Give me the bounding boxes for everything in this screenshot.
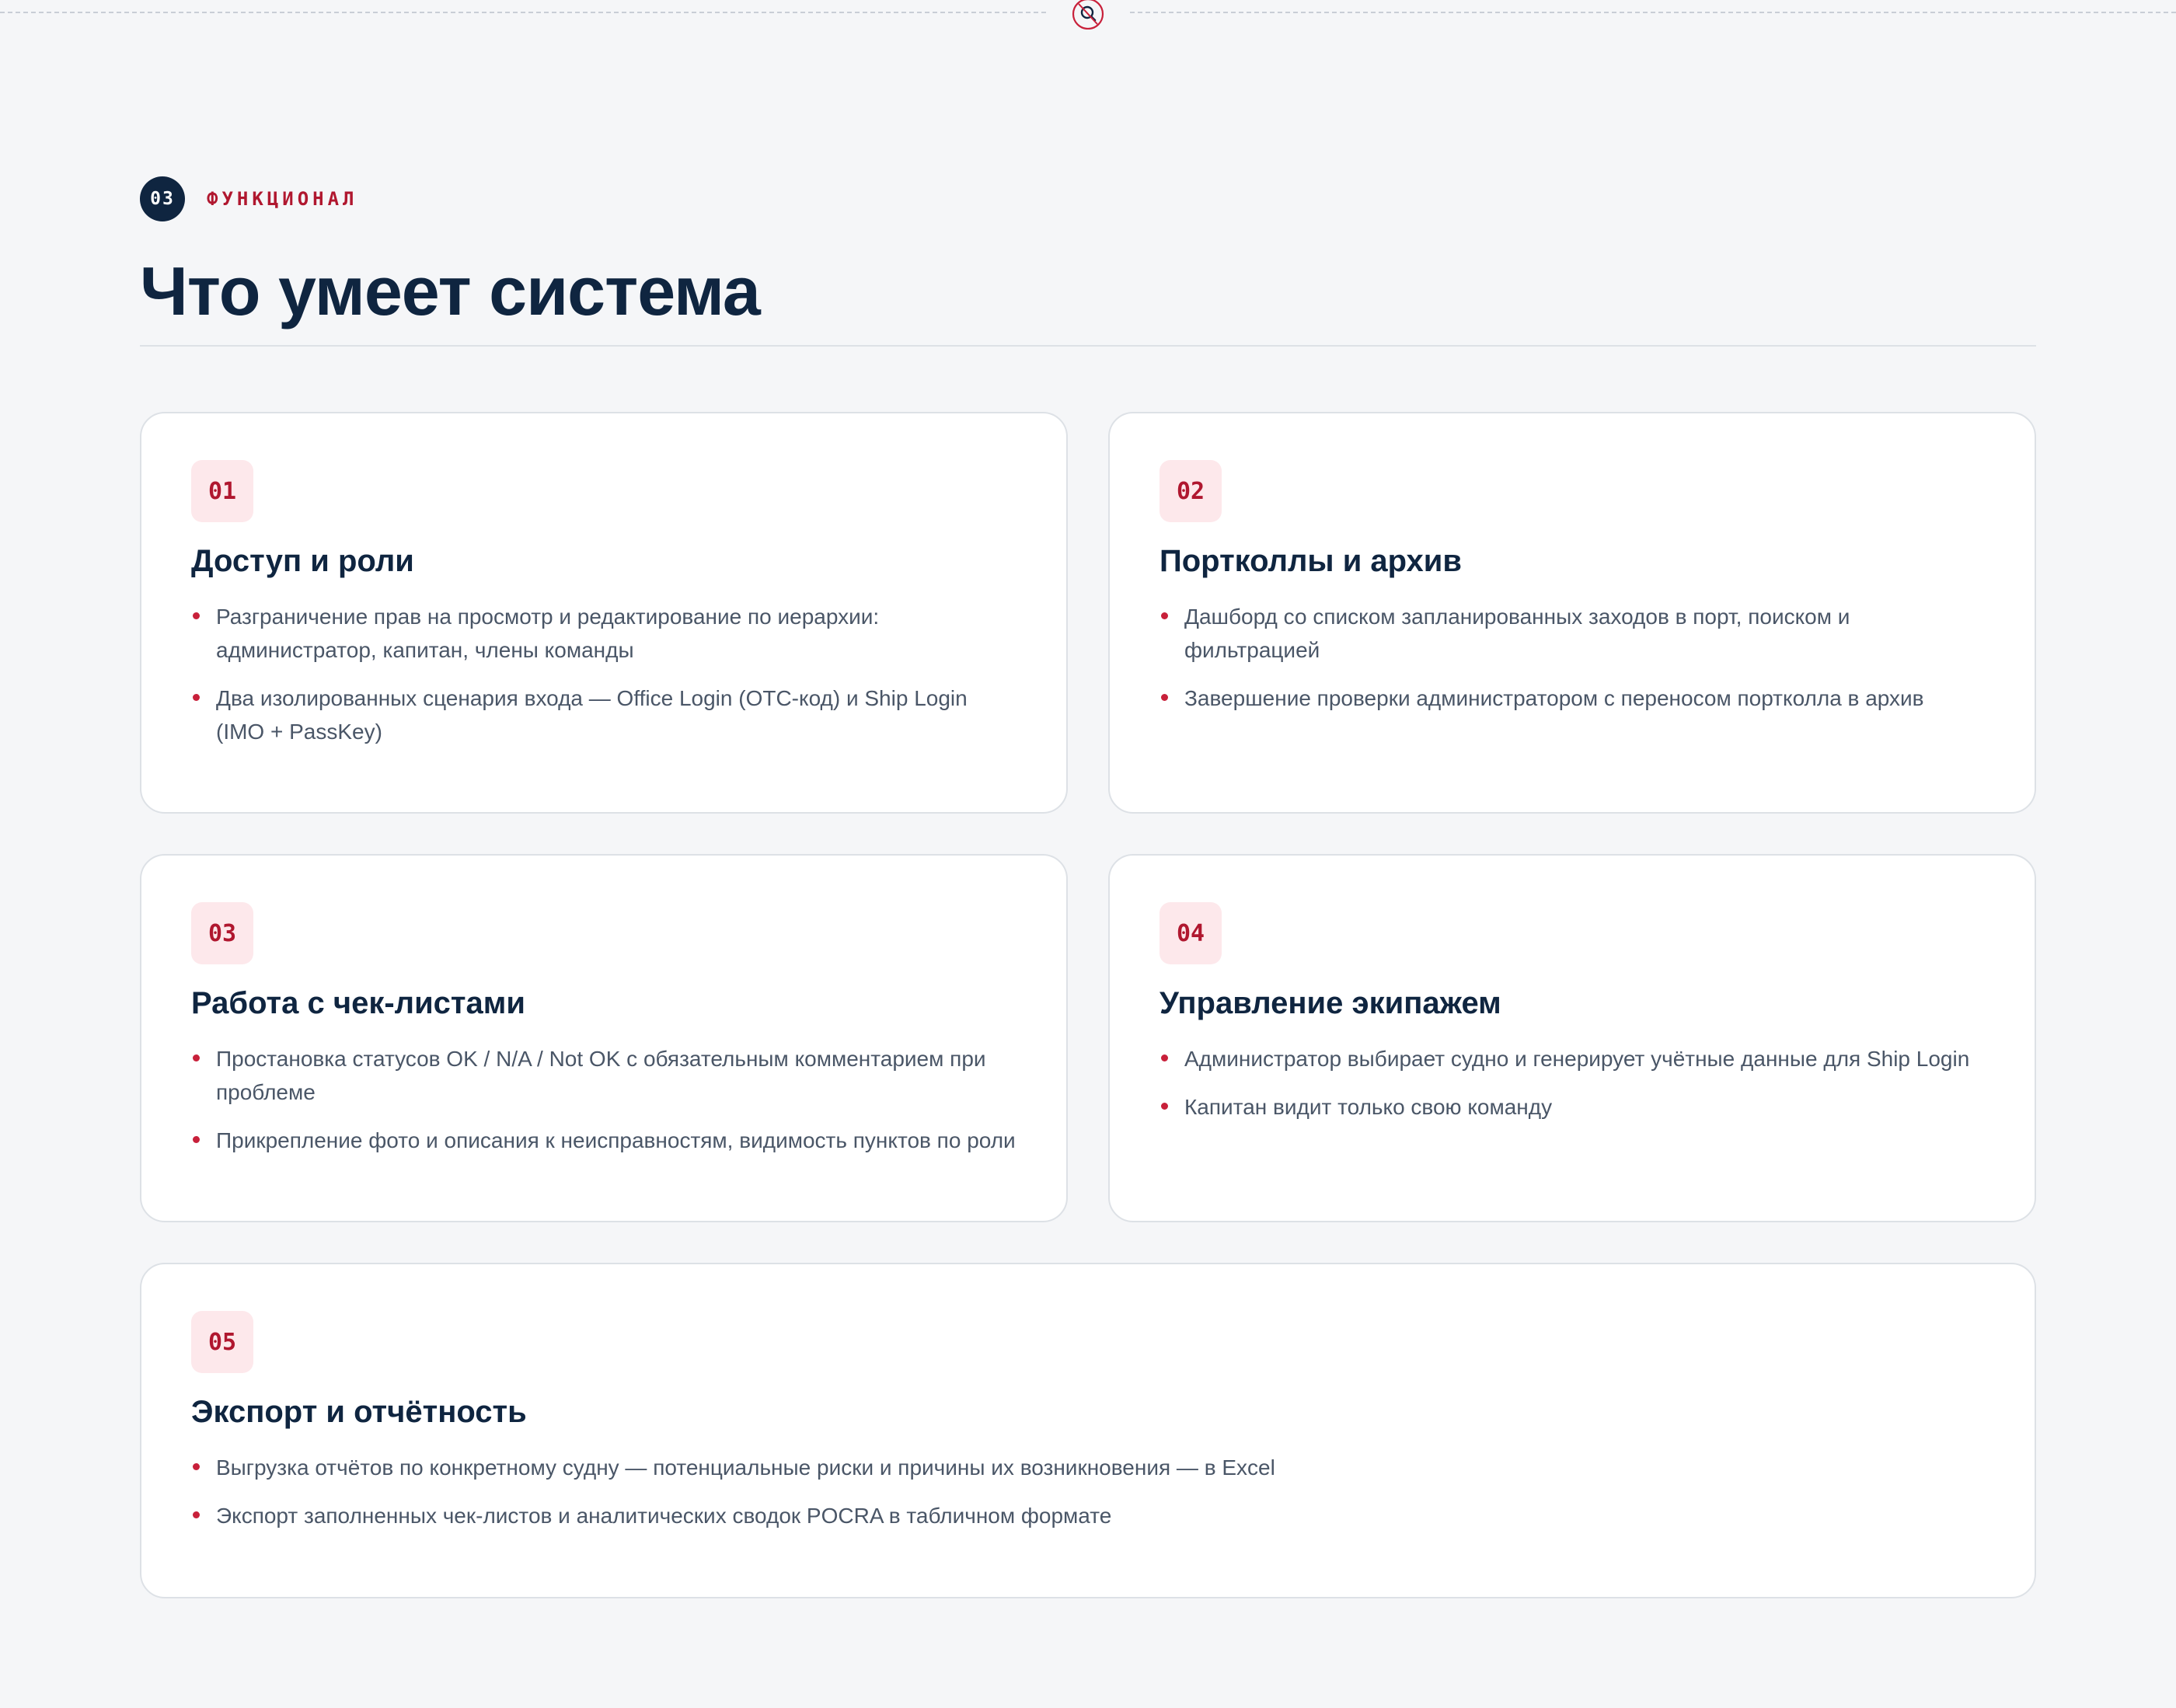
card-title: Доступ и роли [191,544,414,578]
list-item: Дашборд со списком запланированных заход… [1159,600,1985,667]
bullet-dot-icon [1161,694,1168,701]
list-item-text: Разграничение прав на просмотр и редакти… [216,605,880,662]
top-divider [0,0,2176,31]
list-item-text: Экспорт заполненных чек-листов и аналити… [216,1504,1112,1528]
list-item: Завершение проверки администратором с пе… [1159,681,1985,715]
bullet-dot-icon [1161,612,1168,619]
section-label: ФУНКЦИОНАЛ [207,188,358,210]
card-number-badge: 01 [191,460,253,522]
list-item: Прикрепление фото и описания к неисправн… [191,1124,1017,1157]
card-feature-list: Дашборд со списком запланированных заход… [1159,600,1985,715]
bullet-dot-icon [193,1136,200,1143]
list-item-text: Капитан видит только свою команду [1184,1095,1553,1119]
card-title: Управление экипажем [1159,986,1501,1020]
card-title: Портколлы и архив [1159,544,1462,578]
list-item: Администратор выбирает судно и генерируе… [1159,1042,1985,1075]
feature-card-checklists: 03 Работа с чек-листами Простановка стат… [140,854,1068,1222]
bullet-dot-icon [193,612,200,619]
list-item-text: Прикрепление фото и описания к неисправн… [216,1128,1016,1152]
card-feature-list: Разграничение прав на просмотр и редакти… [191,600,1017,748]
title-divider [140,345,2036,347]
list-item-text: Простановка статусов OK / N/A / Not OK с… [216,1047,986,1104]
magnifier-crossed-icon [1072,0,1104,30]
card-feature-list: Администратор выбирает судно и генерируе… [1159,1042,1985,1124]
bullet-dot-icon [193,694,200,701]
list-item: Два изолированных сценария входа — Offic… [191,681,1017,748]
list-item-text: Выгрузка отчётов по конкретному судну — … [216,1455,1275,1480]
feature-card-access: 01 Доступ и роли Разграничение прав на п… [140,412,1068,814]
feature-card-crew: 04 Управление экипажем Администратор выб… [1108,854,2036,1222]
divider-line-left [0,12,1046,13]
card-number-badge: 02 [1159,460,1222,522]
list-item-text: Администратор выбирает судно и генерируе… [1184,1047,1970,1071]
card-title: Экспорт и отчётность [191,1395,527,1429]
feature-card-portcalls: 02 Портколлы и архив Дашборд со списком … [1108,412,2036,814]
section-tag: 03 ФУНКЦИОНАЛ [140,176,358,221]
feature-card-export: 05 Экспорт и отчётность Выгрузка отчётов… [140,1263,2036,1598]
page-title: Что умеет система [140,253,761,329]
list-item: Разграничение прав на просмотр и редакти… [191,600,1017,667]
list-item: Простановка статусов OK / N/A / Not OK с… [191,1042,1017,1109]
bullet-dot-icon [193,1511,200,1518]
divider-line-right [1130,12,2176,13]
list-item: Выгрузка отчётов по конкретному судну — … [191,1451,1985,1484]
list-item: Экспорт заполненных чек-листов и аналити… [191,1499,1985,1532]
card-number-badge: 03 [191,902,253,964]
section-number-badge: 03 [140,176,185,221]
list-item-text: Завершение проверки администратором с пе… [1184,686,1924,710]
bullet-dot-icon [1161,1054,1168,1061]
list-item-text: Дашборд со списком запланированных заход… [1184,605,1850,662]
list-item-text: Два изолированных сценария входа — Offic… [216,686,968,744]
card-number-badge: 05 [191,1311,253,1373]
card-number-badge: 04 [1159,902,1222,964]
card-feature-list: Выгрузка отчётов по конкретному судну — … [191,1451,1985,1532]
card-feature-list: Простановка статусов OK / N/A / Not OK с… [191,1042,1017,1157]
bullet-dot-icon [193,1463,200,1470]
list-item: Капитан видит только свою команду [1159,1090,1985,1124]
bullet-dot-icon [193,1054,200,1061]
card-title: Работа с чек-листами [191,986,525,1020]
bullet-dot-icon [1161,1103,1168,1110]
